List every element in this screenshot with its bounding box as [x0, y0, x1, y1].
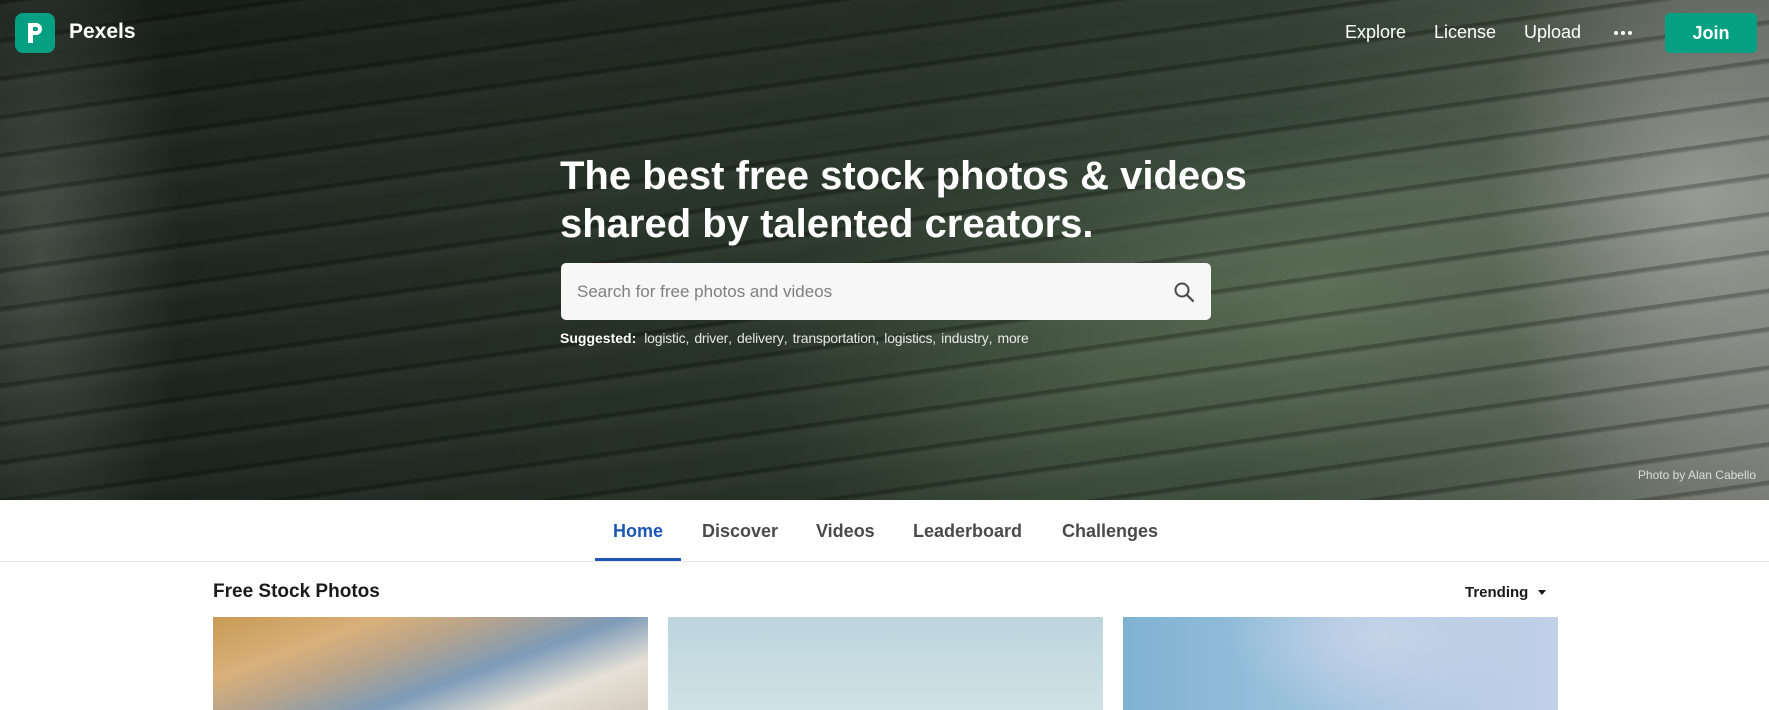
tab-leaderboard[interactable]: Leaderboard: [913, 521, 1022, 542]
join-button[interactable]: Join: [1665, 13, 1757, 53]
tab-videos[interactable]: Videos: [816, 521, 875, 542]
suggestion-transportation[interactable]: transportation: [793, 330, 876, 346]
section-title: Free Stock Photos: [213, 581, 380, 602]
suggestion-more[interactable]: more: [997, 330, 1028, 346]
photo-credit[interactable]: Photo by Alan Cabello: [1638, 468, 1756, 482]
suggestion-industry[interactable]: industry: [941, 330, 989, 346]
pexels-logo-icon[interactable]: [15, 13, 55, 53]
nav-explore-link[interactable]: Explore: [1345, 22, 1406, 43]
photo-thumbnail[interactable]: [213, 617, 648, 710]
more-horizontal-icon[interactable]: [1612, 22, 1634, 44]
photo-thumbnail[interactable]: [1123, 617, 1558, 710]
active-tab-indicator: [595, 558, 681, 561]
suggestion-logistics[interactable]: logistics: [884, 330, 932, 346]
photo-thumbnail[interactable]: [668, 617, 1103, 710]
suggestion-delivery[interactable]: delivery: [737, 330, 784, 346]
nav-license-link[interactable]: License: [1434, 22, 1496, 43]
brand-name[interactable]: Pexels: [69, 20, 136, 44]
suggested-label: Suggested:: [560, 330, 637, 346]
search-input[interactable]: [577, 263, 1137, 320]
hero-banner: [0, 0, 1769, 500]
tab-challenges[interactable]: Challenges: [1062, 521, 1158, 542]
hero-headline: The best free stock photos & videos shar…: [560, 152, 1247, 248]
top-navigation: Pexels Explore License Upload Join: [0, 0, 1769, 66]
suggestion-driver[interactable]: driver: [694, 330, 728, 346]
hero-headline-line2: shared by talented creators.: [560, 202, 1094, 246]
tab-discover[interactable]: Discover: [702, 521, 778, 542]
search-icon[interactable]: [1172, 280, 1196, 304]
suggested-searches: Suggested: logistic, driver, delivery, t…: [560, 330, 1029, 346]
sort-value: Trending: [1465, 584, 1529, 601]
suggestion-logistic[interactable]: logistic: [644, 330, 685, 346]
sort-dropdown[interactable]: Trending: [1465, 584, 1547, 601]
nav-upload-link[interactable]: Upload: [1524, 22, 1581, 43]
tab-home[interactable]: Home: [613, 521, 663, 542]
search-box: [561, 263, 1211, 320]
hero-headline-line1: The best free stock photos & videos: [560, 154, 1247, 198]
main-tabs: Home Discover Videos Leaderboard Challen…: [0, 500, 1769, 562]
caret-down-icon: [1538, 590, 1547, 595]
